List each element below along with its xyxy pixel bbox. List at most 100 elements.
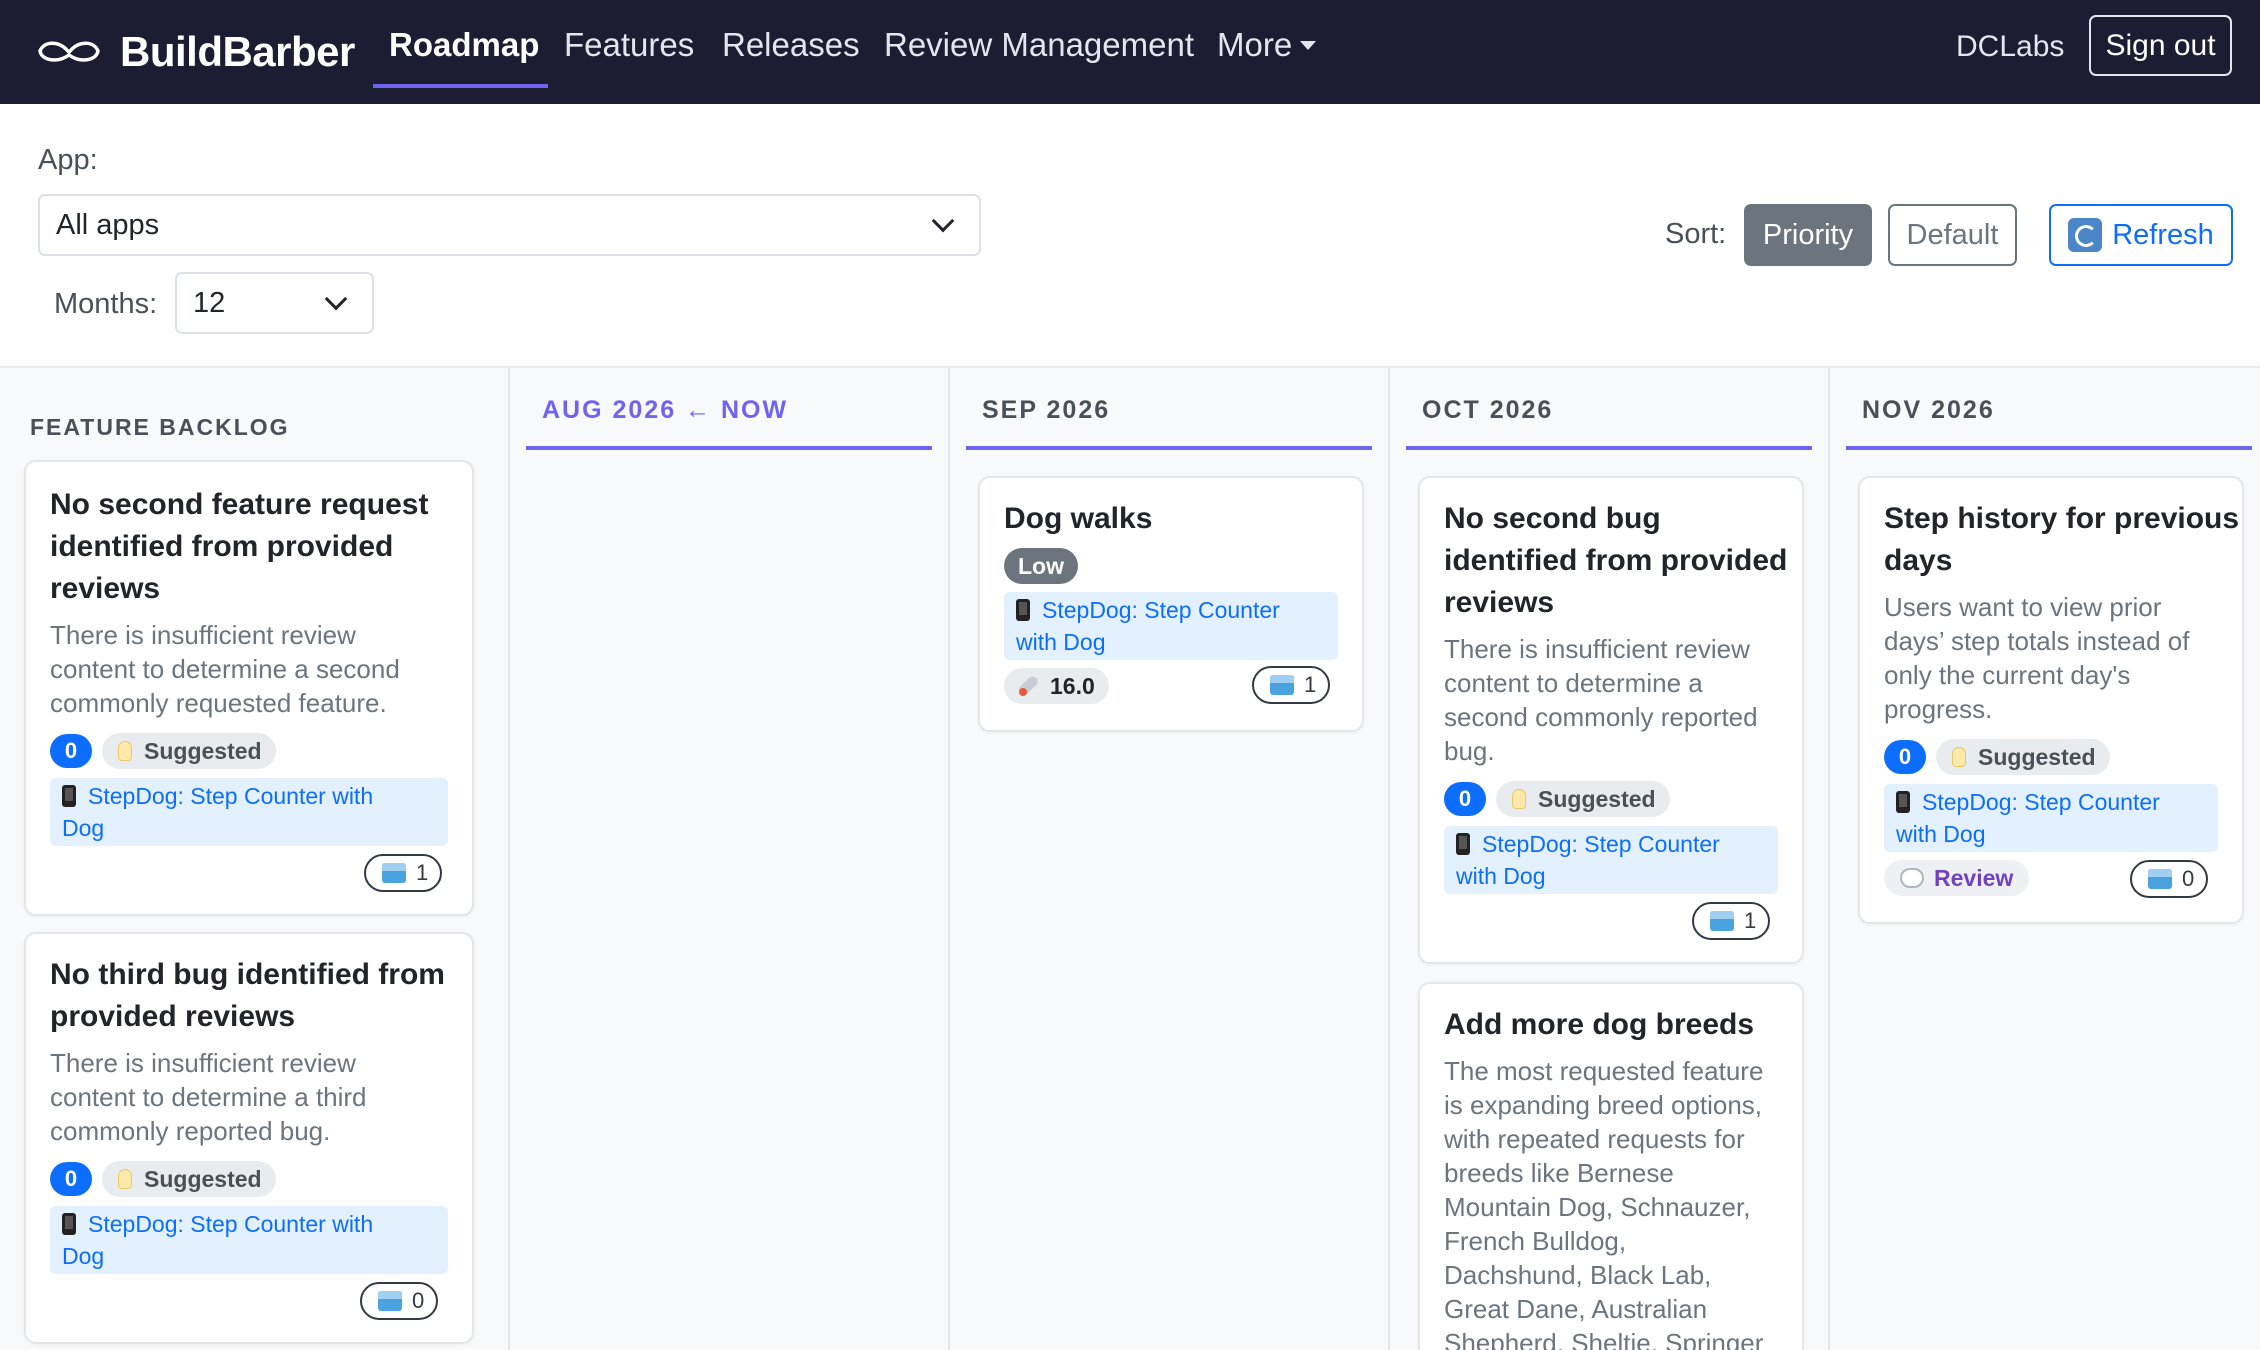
app-tag[interactable]: StepDog: Step Counter with Dog [1444, 826, 1778, 894]
app-tag-line: with Dog [1016, 629, 1106, 655]
status-label: Suggested [144, 737, 262, 764]
card-desc-line: content to determine a [1444, 668, 1703, 698]
nav-review-management[interactable]: Review Management [884, 22, 1194, 82]
status-label: Suggested [144, 1165, 262, 1192]
ballot-box-icon [1270, 675, 1294, 695]
app-tag-text: StepDog: Step Counter [1922, 789, 2160, 815]
card-desc-line: commonly reported bug. [50, 1116, 331, 1146]
nav-more-label: More [1217, 26, 1293, 63]
feature-card[interactable]: Add more dog breeds The most requested f… [1418, 982, 1804, 1350]
card-title: Add more dog breeds [1444, 1008, 1755, 1041]
card-title-line: identified from provided [50, 530, 394, 563]
card-title: Dog walks [1004, 502, 1153, 535]
vote-button[interactable]: 1 [364, 854, 443, 892]
app-filter-label: App: [38, 144, 98, 176]
ballot-box-icon [382, 863, 406, 883]
app-tag[interactable]: StepDog: Step Counter with Dog [1004, 592, 1338, 660]
vote-button[interactable]: 0 [2130, 860, 2209, 898]
lightbulb-icon [1952, 747, 1966, 767]
org-name[interactable]: DCLabs [1956, 28, 2064, 66]
brand-logo[interactable]: BuildBarber [36, 22, 355, 82]
app-tag-line: Dog [62, 815, 105, 841]
card-title: No second bug identified from provided r… [1444, 498, 1787, 624]
month-header: SEP 2026 [982, 396, 1111, 424]
month-column-aug: AUG 2026 ← NOW [510, 368, 948, 1350]
month-header-underline [1846, 446, 2252, 450]
month-header-underline [526, 446, 932, 450]
status-badge: Suggested [1496, 781, 1670, 817]
caret-down-icon [1300, 40, 1317, 50]
card-title-line: No second bug [1444, 502, 1661, 535]
mustache-icon [38, 41, 100, 62]
card-description: There is insufficient review content to … [1444, 632, 1758, 768]
feature-card[interactable]: No second feature request identified fro… [24, 460, 474, 916]
app-tag-text: StepDog: Step Counter [1042, 597, 1280, 623]
lightbulb-icon [118, 1169, 132, 1189]
request-count-badge: 0 [50, 734, 92, 768]
months-select[interactable]: 12 [175, 272, 374, 334]
refresh-label: Refresh [2112, 218, 2214, 251]
card-desc-line: only the current day's [1884, 660, 2131, 690]
chevron-down-icon [324, 287, 348, 311]
vote-count: 1 [416, 860, 429, 885]
month-column-sep: SEP 2026 Dog walks Low StepDog: Step Cou… [950, 368, 1388, 1350]
feature-card[interactable]: Step history for previous days Users wan… [1858, 476, 2244, 924]
sort-priority-button[interactable]: Priority [1744, 204, 1872, 266]
card-desc-line: Users want to view prior [1884, 592, 2162, 622]
backlog-title: FEATURE BACKLOG [30, 414, 290, 440]
sort-default-button[interactable]: Default [1888, 204, 2017, 266]
vote-count: 1 [1744, 908, 1757, 933]
month-header: AUG 2026 ← NOW [542, 396, 789, 424]
status-badge: Suggested [102, 1161, 276, 1197]
sign-out-button[interactable]: Sign out [2089, 15, 2232, 76]
card-desc-line: Dachshund, Black Lab, [1444, 1260, 1712, 1290]
feature-card[interactable]: No third bug identified from provided re… [24, 932, 474, 1344]
vote-button[interactable]: 0 [360, 1282, 439, 1320]
speech-bubble-icon [1900, 868, 1924, 888]
card-desc-line: bug. [1444, 736, 1495, 766]
vote-button[interactable]: 1 [1692, 902, 1771, 940]
months-filter-label: Months: [54, 288, 158, 320]
rocket-icon [1018, 675, 1040, 697]
card-description: There is insufficient review content to … [50, 1046, 367, 1148]
top-navbar: BuildBarber Roadmap Features Releases Re… [0, 0, 2260, 104]
app-tag-text: StepDog: Step Counter [1482, 831, 1720, 857]
months-select-value: 12 [193, 286, 226, 319]
nav-more-dropdown[interactable]: More [1217, 22, 1317, 82]
card-desc-line: with repeated requests for [1444, 1124, 1745, 1154]
status-badge: Suggested [1936, 739, 2110, 775]
card-desc-line: progress. [1884, 694, 1993, 724]
card-desc-line: Mountain Dog, Schnauzer, [1444, 1192, 1751, 1222]
card-description: Users want to view prior days’ step tota… [1884, 590, 2189, 726]
app-tag-line: StepDog: Step Counter [1456, 828, 1766, 860]
card-desc-line: Great Dane, Australian [1444, 1294, 1708, 1324]
card-description: There is insufficient review content to … [50, 618, 400, 720]
nav-releases[interactable]: Releases [722, 22, 860, 82]
app-tag-line: StepDog: Step Counter [1896, 786, 2206, 818]
card-desc-line: breeds like Bernese [1444, 1158, 1674, 1188]
card-title-line: identified from provided [1444, 544, 1788, 577]
roadmap-board: FEATURE BACKLOG No second feature reques… [0, 366, 2260, 1350]
card-desc-line: is expanding breed options, [1444, 1090, 1763, 1120]
nav-features[interactable]: Features [564, 22, 694, 82]
vote-button[interactable]: 1 [1252, 666, 1331, 704]
source-badge: Review [1884, 860, 2030, 896]
card-title: No second feature request identified fro… [50, 484, 428, 610]
app-tag[interactable]: StepDog: Step Counter with Dog [50, 778, 448, 846]
card-desc-line: There is insufficient review [50, 620, 356, 650]
feature-card[interactable]: Dog walks Low StepDog: Step Counter with… [978, 476, 1364, 732]
app-tag[interactable]: StepDog: Step Counter with Dog [50, 1206, 448, 1274]
card-desc-line: French Bulldog, [1444, 1226, 1627, 1256]
nav-roadmap[interactable]: Roadmap [389, 22, 539, 82]
app-select[interactable]: All apps [38, 194, 981, 256]
app-tag[interactable]: StepDog: Step Counter with Dog [1884, 784, 2218, 852]
source-label: Review [1934, 864, 2014, 891]
ballot-box-icon [378, 1291, 402, 1311]
card-title-line: No third bug identified from [50, 958, 445, 991]
refresh-button[interactable]: Refresh [2049, 204, 2233, 266]
request-count-badge: 0 [1884, 740, 1926, 774]
feature-card[interactable]: No second bug identified from provided r… [1418, 476, 1804, 964]
card-desc-line: There is insufficient review [1444, 634, 1750, 664]
vote-count: 0 [2182, 866, 2195, 891]
month-column-nov: NOV 2026 Step history for previous days … [1830, 368, 2260, 1350]
